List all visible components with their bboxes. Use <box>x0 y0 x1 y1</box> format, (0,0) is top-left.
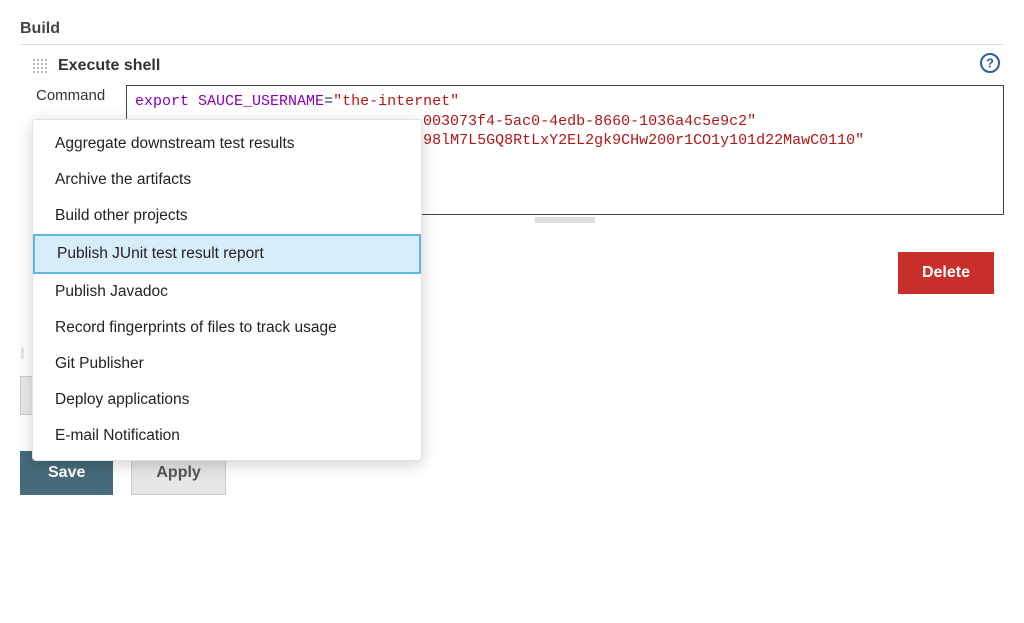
section-title: Build <box>20 20 1004 38</box>
help-icon: ? <box>980 53 1000 73</box>
help-button[interactable]: ? <box>980 53 1000 76</box>
menu-item[interactable]: Publish Javadoc <box>33 274 421 310</box>
code-token: 003073f4-5ac0-4edb-8660-1036a4c5e9c2" <box>423 113 756 130</box>
divider <box>20 44 1004 45</box>
menu-item[interactable]: Record fingerprints of files to track us… <box>33 310 421 346</box>
menu-item[interactable]: Build other projects <box>33 198 421 234</box>
drag-handle-icon[interactable] <box>32 58 48 74</box>
build-step-block: Execute shell ? Command export SAUCE_USE… <box>32 57 1004 294</box>
step-header: Execute shell <box>32 57 1004 75</box>
step-title: Execute shell <box>58 57 160 75</box>
post-build-action-menu[interactable]: Aggregate downstream test resultsArchive… <box>32 119 422 461</box>
menu-item[interactable]: Aggregate downstream test results <box>33 126 421 162</box>
menu-item[interactable]: Publish JUnit test result report <box>33 234 421 274</box>
menu-item[interactable]: E-mail Notification <box>33 418 421 454</box>
menu-item[interactable]: Archive the artifacts <box>33 162 421 198</box>
svg-text:?: ? <box>986 56 994 71</box>
menu-item[interactable]: Deploy applications <box>33 382 421 418</box>
menu-item[interactable]: Git Publisher <box>33 346 421 382</box>
code-token: = <box>324 93 333 110</box>
code-token: SAUCE_USERNAME <box>198 93 324 110</box>
build-section: Build Execute shell ? <box>20 20 1004 495</box>
code-token: "the-internet" <box>333 93 459 110</box>
command-label: Command <box>36 85 116 104</box>
delete-button[interactable]: Delete <box>898 252 994 294</box>
code-token: export <box>135 93 189 110</box>
code-token: "598lM7L5GQ8RtLxY2EL2gk9CHw200r1CO1y101d… <box>405 132 864 149</box>
